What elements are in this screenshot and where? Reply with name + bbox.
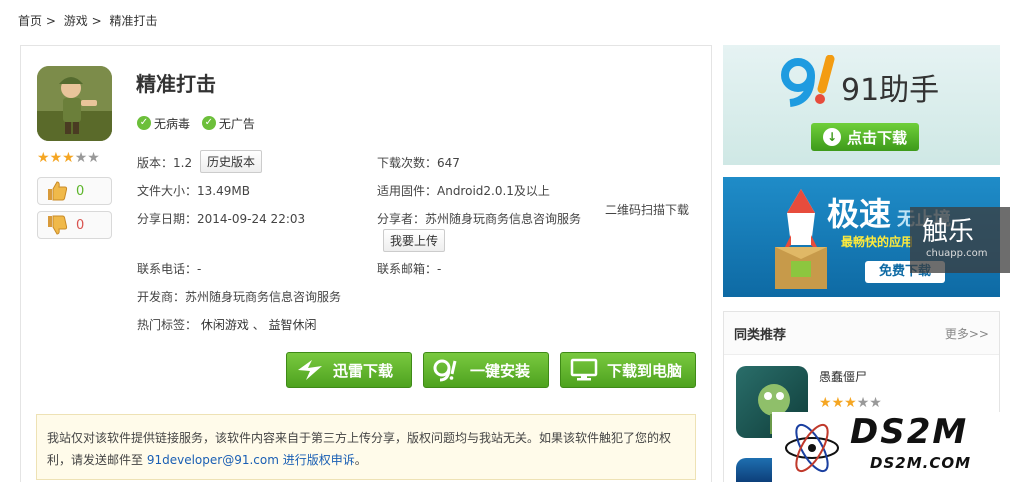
developer: 开发商：苏州随身玩商务信息咨询服务 xyxy=(137,290,342,304)
91-logo-icon xyxy=(778,54,842,110)
star-filled-icon: ★ xyxy=(62,150,75,166)
star-empty-icon: ★ xyxy=(869,395,882,411)
download-arrow-icon: ↓ xyxy=(822,128,841,146)
notice-text: 。 xyxy=(354,453,367,467)
firmware: 适用固件：Android2.0.1及以上 xyxy=(377,184,550,198)
button-label: 一键安装 xyxy=(470,361,531,380)
xunlei-download-button[interactable]: 迅雷下载 xyxy=(286,352,412,388)
more-link[interactable]: 更多>> xyxy=(945,325,989,342)
tag-link[interactable]: 休闲游戏 xyxy=(201,318,249,332)
ad-brand: 91助手 xyxy=(841,73,940,108)
notice-line1: 我站仅对该软件提供链接服务，该软件内容来自于第三方上传分享，版权问题均与我站无关… xyxy=(47,431,672,445)
ad-title-main: 极速 xyxy=(827,195,892,233)
version-field: 版本：1.2 xyxy=(137,154,192,171)
badge-label: 无广告 xyxy=(218,116,255,131)
breadcrumb-home[interactable]: 首页 xyxy=(18,14,42,28)
tag-link[interactable]: 益智休闲 xyxy=(269,318,317,332)
check-icon: ✓ xyxy=(201,116,216,130)
one-click-install-button[interactable]: 一键安装 xyxy=(423,352,549,388)
breadcrumb-separator: > xyxy=(45,14,56,28)
like-count: 0 xyxy=(76,183,85,199)
app-icon xyxy=(37,66,112,141)
watermark-url: chuapp.com xyxy=(926,248,988,259)
share-date: 分享日期：2014-09-24 22:03 xyxy=(137,212,306,226)
star-empty-icon: ★ xyxy=(856,395,870,411)
thumbs-up-icon xyxy=(44,180,70,202)
91-assistant-ad[interactable]: 91助手 ↓ 点击下载 xyxy=(723,45,1000,165)
watermark-text: 触乐 xyxy=(922,217,975,247)
watermark-url: DS2M.COM xyxy=(870,454,972,472)
breadcrumb-current: 精准打击 xyxy=(109,14,158,28)
sidebar-title: 同类推荐 xyxy=(734,327,787,343)
ad-subtitle: 最畅快的应用 xyxy=(841,235,914,249)
contact-phone: 联系电话：- xyxy=(137,262,202,276)
download-to-pc-button[interactable]: 下载到电脑 xyxy=(560,352,696,388)
file-size: 文件大小：13.49MB xyxy=(137,184,250,198)
atom-logo-icon xyxy=(785,423,839,473)
copyright-notice: 我站仅对该软件提供链接服务，该软件内容来自于第三方上传分享，版权问题均与我站无关… xyxy=(36,414,696,480)
chuapp-watermark: 触乐 chuapp.com xyxy=(910,207,1010,273)
button-label: 点击下载 xyxy=(846,128,907,147)
copyright-email-link[interactable]: 91developer@91.com 进行版权申诉 xyxy=(147,453,355,467)
thunder-bird-icon xyxy=(295,357,325,383)
star-filled-icon: ★ xyxy=(819,395,832,411)
dislike-count: 0 xyxy=(76,217,85,233)
history-version-button[interactable]: 历史版本 xyxy=(200,150,263,173)
badge-no-virus: ✓ 无病毒 xyxy=(137,115,190,132)
star-empty-icon: ★ xyxy=(87,150,100,166)
tags-label: 热门标签： xyxy=(137,318,198,332)
thumbs-down-icon xyxy=(44,214,70,236)
check-icon: ✓ xyxy=(137,116,151,130)
91-logo-icon xyxy=(432,357,462,383)
recommend-app-name[interactable]: 愚蠢僵尸 xyxy=(819,368,867,385)
breadcrumb-games[interactable]: 游戏 xyxy=(64,14,88,28)
tag-separator: 、 xyxy=(252,318,265,332)
watermark-text: DS2M xyxy=(850,412,969,452)
star-filled-icon: ★ xyxy=(844,395,857,411)
hot-tags: 热门标签： 休闲游戏 、 益智休闲 xyxy=(137,316,317,333)
sharer: 分享者：苏州随身玩商务信息咨询服务 xyxy=(377,212,582,226)
button-label: 迅雷下载 xyxy=(333,361,394,380)
star-filled-icon: ★ xyxy=(37,150,50,166)
ad-download-button[interactable]: ↓ 点击下载 xyxy=(811,123,919,151)
breadcrumb-separator: > xyxy=(91,14,102,28)
rating-stars: ★★★★★ xyxy=(37,151,100,165)
app-title: 精准打击 xyxy=(136,72,216,96)
security-badges: ✓ 无病毒 ✓ 无广告 xyxy=(137,114,263,132)
download-count: 下载次数：647 xyxy=(377,156,460,170)
contact-email: 联系邮箱：- xyxy=(377,262,442,276)
badge-label: 无病毒 xyxy=(154,116,191,131)
notice-text: 利，请发送邮件至 xyxy=(47,453,144,467)
monitor-icon xyxy=(569,357,599,383)
star-filled-icon: ★ xyxy=(831,395,845,411)
version-text: 版本：1.2 xyxy=(137,156,193,170)
like-button[interactable]: 0 xyxy=(37,177,112,205)
star-empty-icon: ★ xyxy=(74,150,88,166)
star-filled-icon: ★ xyxy=(49,150,63,166)
sidebar-header: 同类推荐 更多>> xyxy=(724,312,999,355)
button-label: 下载到电脑 xyxy=(607,361,683,380)
badge-no-ads: ✓ 无广告 xyxy=(201,115,255,132)
recommend-rating-stars: ★★★★★ xyxy=(819,396,882,410)
ds2m-watermark: DS2M DS2M.COM xyxy=(772,412,1010,482)
notice-line2: 利，请发送邮件至 91developer@91.com 进行版权申诉。 xyxy=(47,449,685,471)
dislike-button[interactable]: 0 xyxy=(37,211,112,239)
qr-download-label: 二维码扫描下载 xyxy=(605,203,690,217)
upload-button[interactable]: 我要上传 xyxy=(383,229,446,252)
breadcrumb: 首页 > 游戏 > 精准打击 xyxy=(18,12,161,29)
